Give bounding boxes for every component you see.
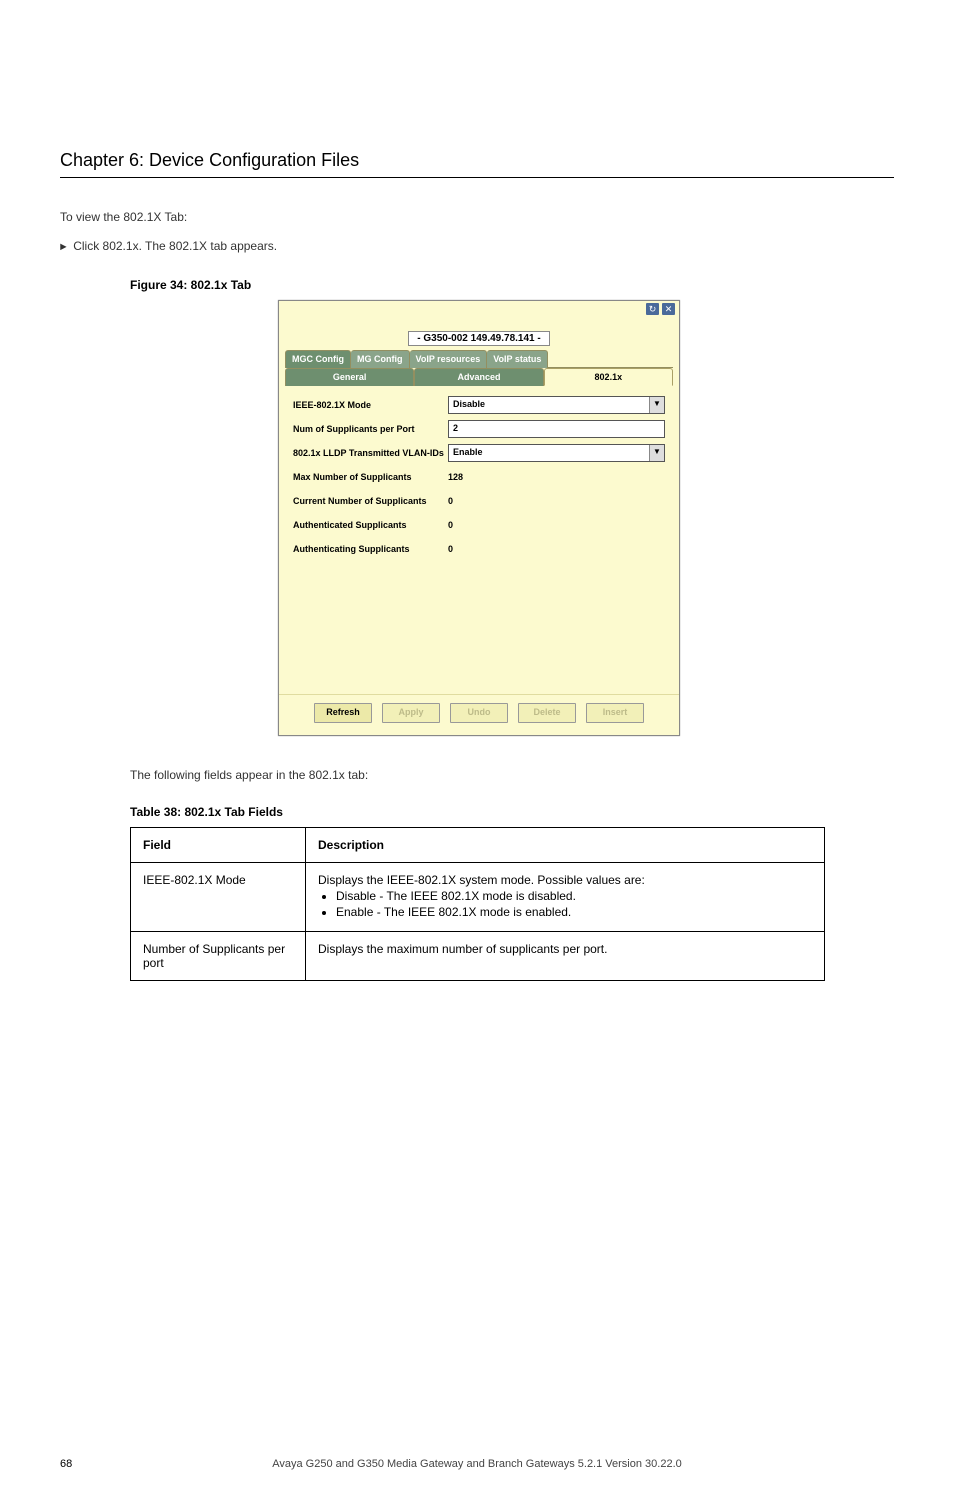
tab-8021x[interactable]: 802.1x (544, 368, 673, 386)
tab-voip-status[interactable]: VoIP status (487, 350, 548, 368)
table-caption: Table 38: 802.1x Tab Fields (130, 805, 954, 819)
refresh-icon[interactable]: ↻ (646, 303, 659, 315)
chapter-title: Chapter 6: Device Configuration Files (60, 150, 359, 170)
list-item: Disable - The IEEE 802.1X mode is disabl… (336, 889, 812, 903)
footer-text: Avaya G250 and G350 Media Gateway and Br… (0, 1458, 954, 1470)
step-text: ► Click 802.1x. The 802.1X tab appears. (60, 237, 894, 258)
value-current-supplicants: 0 (448, 496, 453, 506)
field-desc: Displays the IEEE-802.1X system mode. Po… (306, 862, 825, 931)
tab-general[interactable]: General (285, 368, 414, 386)
label-authenticating: Authenticating Supplicants (293, 544, 448, 554)
label-num-supplicants: Num of Supplicants per Port (293, 424, 448, 434)
app-window: ↻ ✕ - G350-002 149.49.78.141 - MGC Confi… (278, 300, 680, 736)
value-authenticating: 0 (448, 544, 453, 554)
tab-voip-resources[interactable]: VoIP resources (410, 350, 488, 368)
tab-mg-config[interactable]: MG Config (351, 350, 410, 368)
intro-text: To view the 802.1X Tab: (60, 208, 894, 227)
list-item: Enable - The IEEE 802.1X mode is enabled… (336, 905, 812, 919)
combo-lldp-vlan[interactable]: Enable ▼ (448, 444, 665, 462)
value-authenticated: 0 (448, 520, 453, 530)
titlebar: ↻ ✕ (279, 301, 679, 321)
tab-mgc-config[interactable]: MGC Config (285, 350, 351, 368)
table-row: Number of Supplicants per port Displays … (131, 931, 825, 980)
close-icon[interactable]: ✕ (662, 303, 675, 315)
field-name: Number of Supplicants per port (131, 931, 306, 980)
combo-ieee-mode[interactable]: Disable ▼ (448, 396, 665, 414)
tab-advanced[interactable]: Advanced (414, 368, 543, 386)
apply-button[interactable]: Apply (382, 703, 440, 723)
device-id: - G350-002 149.49.78.141 - (408, 331, 549, 346)
label-current-supplicants: Current Number of Supplicants (293, 496, 448, 506)
table-row: IEEE-802.1X Mode Displays the IEEE-802.1… (131, 862, 825, 931)
chevron-down-icon[interactable]: ▼ (649, 445, 664, 461)
field-desc: Displays the maximum number of supplican… (306, 931, 825, 980)
form-area: IEEE-802.1X Mode Disable ▼ Num of Suppli… (279, 386, 679, 694)
figure-label: Figure 34: 802.1x Tab (130, 278, 954, 292)
undo-button[interactable]: Undo (450, 703, 508, 723)
fields-caption: The following fields appear in the 802.1… (130, 766, 894, 785)
value-max-supplicants: 128 (448, 472, 463, 482)
chevron-down-icon[interactable]: ▼ (649, 397, 664, 413)
button-row: Refresh Apply Undo Delete Insert (279, 694, 679, 735)
label-authenticated: Authenticated Supplicants (293, 520, 448, 530)
field-name: IEEE-802.1X Mode (131, 862, 306, 931)
insert-button[interactable]: Insert (586, 703, 644, 723)
label-ieee-mode: IEEE-802.1X Mode (293, 400, 448, 410)
label-max-supplicants: Max Number of Supplicants (293, 472, 448, 482)
fields-table: Field Description IEEE-802.1X Mode Displ… (130, 827, 825, 981)
input-num-supplicants[interactable]: 2 (448, 420, 665, 438)
refresh-button[interactable]: Refresh (314, 703, 372, 723)
delete-button[interactable]: Delete (518, 703, 576, 723)
col-field: Field (131, 827, 306, 862)
col-desc: Description (306, 827, 825, 862)
label-lldp-vlan: 802.1x LLDP Transmitted VLAN-IDs (293, 448, 448, 458)
